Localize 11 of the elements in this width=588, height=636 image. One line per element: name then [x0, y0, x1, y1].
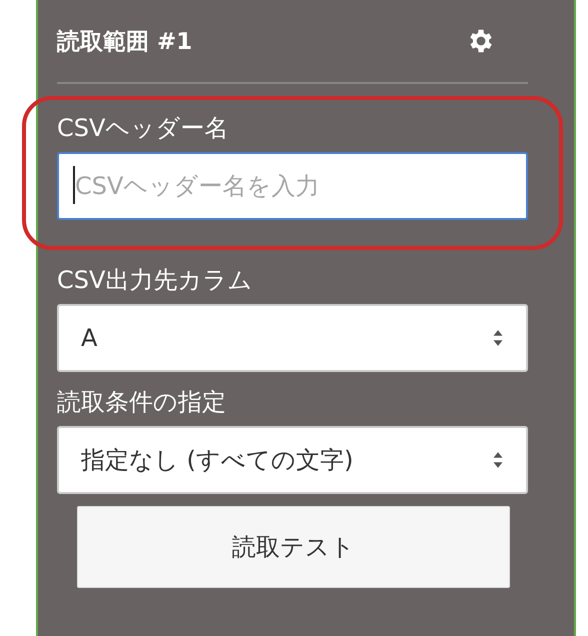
read-test-button[interactable]: 読取テスト: [77, 506, 510, 588]
input-field[interactable]: CSVヘッダー名を入力: [57, 152, 528, 220]
field-label: 読取条件の指定: [57, 387, 227, 418]
text-cursor: [73, 166, 75, 204]
panel-title: 読取範囲 #1: [57, 28, 192, 56]
field-label: CSVヘッダー名: [57, 113, 230, 144]
sort-arrows-icon: [492, 329, 504, 347]
select-field[interactable]: 指定なし (すべての文字): [57, 426, 528, 494]
sort-arrows-icon: [492, 451, 504, 469]
field-label: CSV出力先カラム: [57, 265, 254, 296]
select-field[interactable]: A: [57, 304, 528, 372]
